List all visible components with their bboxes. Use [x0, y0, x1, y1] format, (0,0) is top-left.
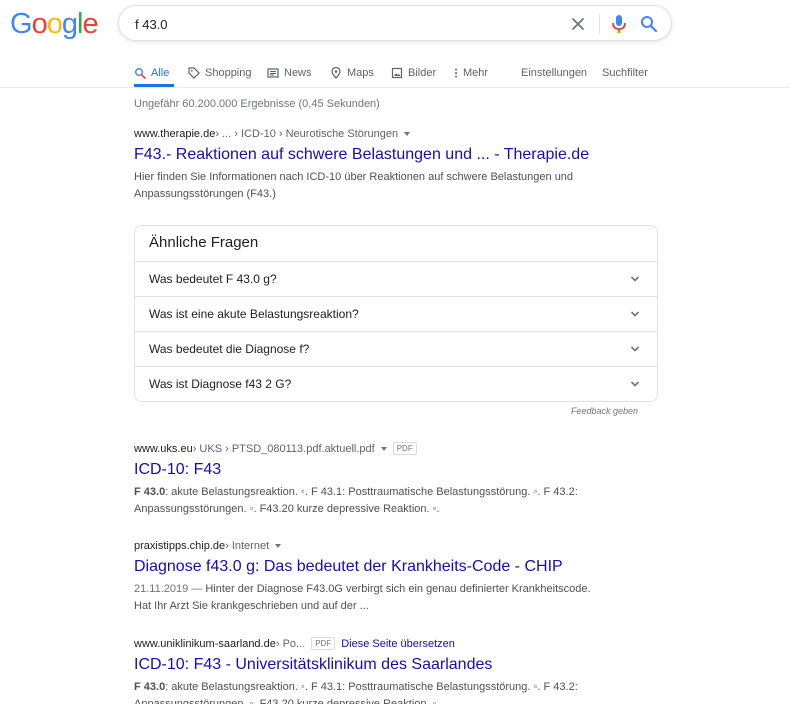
tab-label: News — [284, 67, 312, 79]
chevron-down-icon[interactable] — [275, 544, 282, 548]
logo-letter: g — [61, 8, 78, 40]
logo-letter: o — [46, 8, 63, 40]
result-path: › Po... — [275, 637, 306, 650]
tab-label: Alle — [151, 67, 170, 79]
result-snippet: 21.11.2019 — Hinter der Diagnose F43.0G … — [134, 581, 654, 615]
chevron-down-icon — [630, 311, 640, 317]
result-stats: Ungefähr 60.200.000 Ergebnisse (0,45 Sek… — [134, 98, 380, 110]
result-url[interactable]: www.therapie.de › ... › ICD-10 › Neuroti… — [134, 128, 654, 140]
question-row[interactable]: Was bedeutet die Diagnose f? — [135, 331, 657, 366]
snippet-line: Hier finden Sie Informationen nach ICD-1… — [134, 171, 574, 183]
snippet-line: Anpassungsstörungen. ◦. F43.20 kurze dep… — [134, 698, 440, 704]
related-questions: Ähnliche Fragen Was bedeutet F 43.0 g? W… — [134, 225, 658, 402]
snippet-line: 21.11.2019 — Hinter der Diagnose F43.0G … — [134, 581, 654, 598]
pdf-badge: PDF — [311, 637, 336, 650]
snippet-line: Anpassungsstörungen (F43.) — [134, 188, 276, 200]
settings-link[interactable]: Einstellungen — [521, 62, 587, 84]
result-url[interactable]: www.uks.eu › UKS › PTSD_080113.pdf.aktue… — [134, 442, 654, 455]
pdf-badge: PDF — [392, 442, 417, 455]
logo-letter: G — [10, 8, 33, 40]
snippet-text: : akute Belastungsreaktion. ◦. F 43.1: P… — [165, 486, 578, 498]
feedback-link[interactable]: Feedback geben — [571, 406, 638, 416]
related-questions-title: Ähnliche Fragen — [149, 234, 259, 251]
snippet-highlight: F 43.0 — [134, 681, 166, 693]
result-title[interactable]: ICD-10: F43 - Universitätsklinikum des S… — [134, 654, 654, 676]
question-row[interactable]: Was ist Diagnose f43 2 G? — [135, 366, 657, 401]
search-icon — [135, 68, 146, 79]
search-result: www.uniklinikum-saarland.de › Po... PDF … — [134, 637, 654, 704]
image-icon — [391, 67, 403, 79]
tab-mehr[interactable]: Mehr — [453, 62, 488, 84]
clear-icon[interactable] — [568, 14, 588, 34]
result-url[interactable]: praxistipps.chip.de › Internet — [134, 540, 654, 552]
tab-bilder[interactable]: Bilder — [391, 62, 436, 84]
search-divider — [599, 14, 600, 34]
search-result: www.therapie.de › ... › ICD-10 › Neuroti… — [134, 128, 654, 203]
question-text: Was bedeutet die Diagnose f? — [149, 342, 310, 356]
chevron-down-icon — [630, 276, 640, 282]
snippet-text: : akute Belastungsreaktion. ◦. F 43.1: P… — [165, 681, 578, 693]
tag-icon — [188, 67, 200, 79]
chevron-down-icon — [630, 381, 640, 387]
result-snippet: F 43.0: akute Belastungsreaktion. ◦. F 4… — [134, 679, 654, 704]
microphone-icon[interactable] — [609, 13, 629, 35]
tab-label: Shopping — [205, 67, 252, 79]
translate-link[interactable]: Diese Seite übersetzen — [341, 638, 455, 650]
tab-label: Bilder — [408, 67, 437, 79]
result-snippet: Hier finden Sie Informationen nach ICD-1… — [134, 169, 654, 203]
result-domain: praxistipps.chip.de — [134, 540, 226, 552]
logo-letter: o — [31, 8, 48, 40]
newspaper-icon — [267, 68, 279, 78]
search-result: praxistipps.chip.de › Internet Diagnose … — [134, 540, 654, 615]
question-row[interactable]: Was ist eine akute Belastungsreaktion? — [135, 296, 657, 331]
search-result: www.uks.eu › UKS › PTSD_080113.pdf.aktue… — [134, 442, 654, 518]
tab-news[interactable]: News — [267, 62, 312, 84]
question-row[interactable]: Was bedeutet F 43.0 g? — [135, 261, 657, 296]
question-text: Was ist eine akute Belastungsreaktion? — [149, 307, 359, 321]
result-snippet: F 43.0: akute Belastungsreaktion. ◦. F 4… — [134, 484, 654, 518]
result-domain: www.therapie.de — [134, 128, 216, 140]
search-box — [118, 5, 672, 41]
result-url[interactable]: www.uniklinikum-saarland.de › Po... PDF … — [134, 637, 654, 650]
search-tabs: Alle Shopping News Maps Bilder Mehr Eins… — [0, 58, 790, 88]
dots-vertical-icon — [455, 68, 457, 78]
map-pin-icon — [331, 67, 341, 79]
chevron-down-icon — [630, 346, 640, 352]
result-title[interactable]: Diagnose f43.0 g: Das bedeutet der Krank… — [134, 556, 654, 578]
tab-alle[interactable]: Alle — [134, 62, 169, 84]
result-title[interactable]: ICD-10: F43 — [134, 459, 654, 481]
result-title[interactable]: F43.- Reaktionen auf schwere Belastungen… — [134, 144, 654, 166]
result-path: › UKS › PTSD_080113.pdf.aktuell.pdf — [192, 442, 375, 455]
tab-label: Maps — [347, 67, 374, 79]
snippet-line: F 43.0: akute Belastungsreaktion. ◦. F 4… — [134, 679, 654, 696]
tab-label: Mehr — [463, 67, 489, 79]
snippet-line: Anpassungsstörungen. ◦. F43.20 kurze dep… — [134, 503, 440, 515]
search-tools-link[interactable]: Suchfilter — [602, 62, 648, 84]
chevron-down-icon[interactable] — [380, 446, 387, 451]
result-path: › Internet — [225, 540, 270, 552]
logo-letter: e — [82, 8, 98, 40]
question-text: Was bedeutet F 43.0 g? — [149, 272, 277, 286]
search-input[interactable] — [135, 14, 555, 34]
snippet-line: F 43.0: akute Belastungsreaktion. ◦. F 4… — [134, 484, 654, 501]
search-icon[interactable] — [639, 14, 659, 34]
result-domain: www.uniklinikum-saarland.de — [134, 637, 276, 650]
snippet-highlight: F 43.0 — [134, 486, 166, 498]
snippet-date: 21.11.2019 — — [134, 583, 203, 595]
google-logo[interactable]: Google — [10, 8, 99, 41]
tab-shopping[interactable]: Shopping — [188, 62, 252, 84]
tab-maps[interactable]: Maps — [330, 62, 374, 84]
result-domain: www.uks.eu — [134, 442, 193, 455]
snippet-line: Hat Ihr Arzt Sie krankgeschrieben und au… — [134, 600, 369, 612]
question-text: Was ist Diagnose f43 2 G? — [149, 377, 292, 391]
snippet-text: Hinter der Diagnose F43.0G verbirgt sich… — [202, 583, 591, 595]
result-path: › ... › ICD-10 › Neurotische Störungen — [215, 128, 399, 140]
chevron-down-icon[interactable] — [404, 132, 411, 136]
active-tab-indicator — [134, 84, 174, 87]
